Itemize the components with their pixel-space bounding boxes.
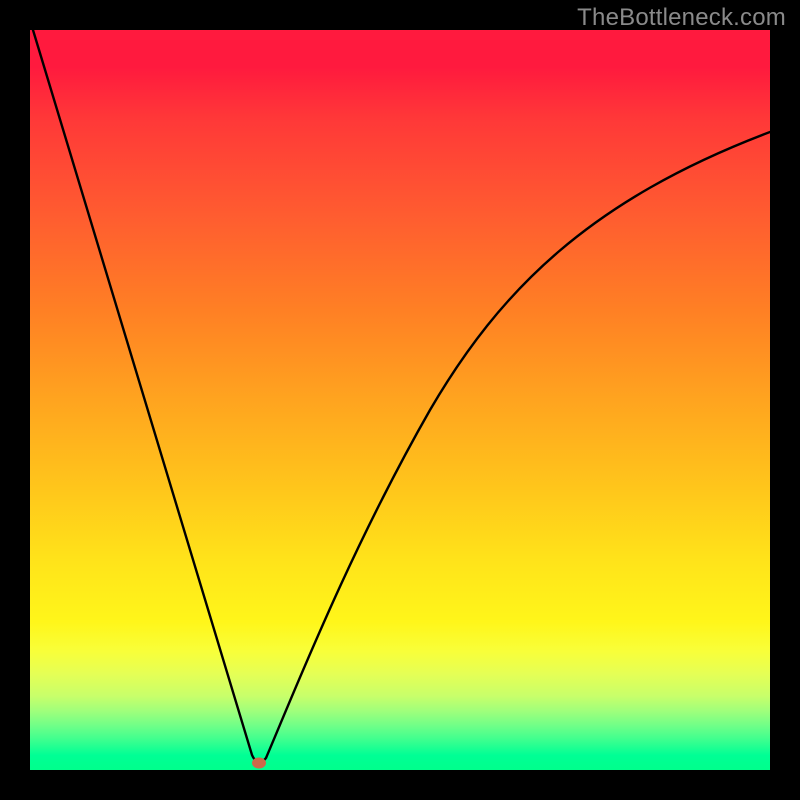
chart-frame: TheBottleneck.com <box>0 0 800 800</box>
watermark-text: TheBottleneck.com <box>577 4 786 32</box>
optimal-point-marker <box>252 758 266 769</box>
curve-layer <box>30 30 770 770</box>
plot-area <box>30 30 770 770</box>
bottleneck-curve-path <box>33 30 770 762</box>
